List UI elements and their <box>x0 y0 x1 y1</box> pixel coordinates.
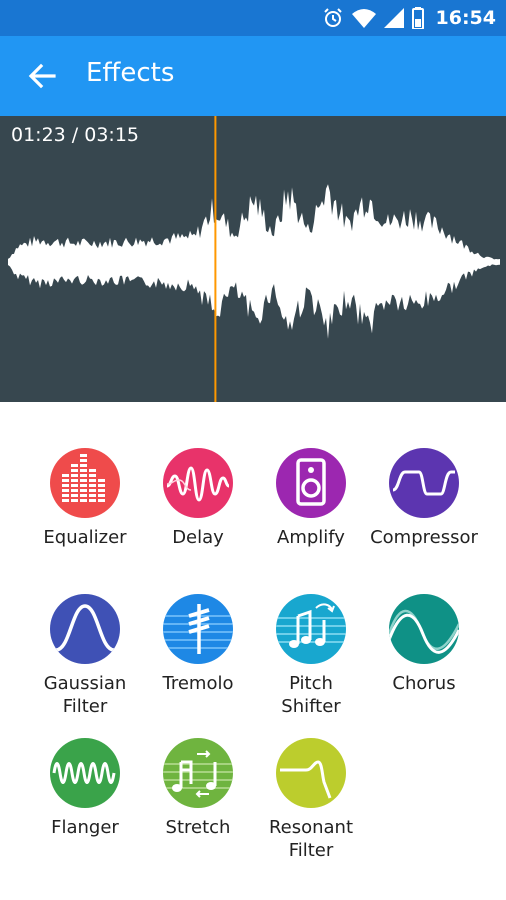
effect-pitch-shifter[interactable]: Pitch Shifter <box>253 594 369 718</box>
battery-icon <box>411 7 424 29</box>
effect-label: Resonant Filter <box>268 817 354 861</box>
waveform-panel[interactable]: 01:23 / 03:15 <box>0 116 506 402</box>
effects-grid: Equalizer Delay Amplify Compressor Gauss… <box>0 402 506 900</box>
back-button[interactable] <box>22 56 62 96</box>
effect-amplify[interactable]: Amplify <box>253 448 369 549</box>
effect-label: Flanger <box>51 817 119 838</box>
waveform[interactable] <box>0 116 506 402</box>
gaussian-curve-icon <box>50 594 120 664</box>
effect-chorus[interactable]: Chorus <box>366 594 482 695</box>
resonant-filter-icon <box>276 738 346 808</box>
effect-gaussian-filter[interactable]: Gaussian Filter <box>27 594 143 718</box>
flanger-wave-icon <box>50 738 120 808</box>
status-icons: 16:54 <box>322 0 496 36</box>
status-bar: 16:54 <box>0 0 506 36</box>
time-readout: 01:23 / 03:15 <box>11 124 139 146</box>
effect-label: Stretch <box>165 817 231 838</box>
signal-icon <box>383 8 404 28</box>
chorus-wave-icon <box>389 594 459 664</box>
effect-label: Amplify <box>277 527 345 548</box>
stretch-notes-icon <box>163 738 233 808</box>
effect-label: Compressor <box>370 527 478 548</box>
effect-delay[interactable]: Delay <box>140 448 256 549</box>
app-bar: Effects <box>0 36 506 116</box>
status-time: 16:54 <box>435 7 496 29</box>
page-title: Effects <box>86 58 175 88</box>
waveform-shape <box>8 184 500 339</box>
effect-label: Delay <box>172 527 224 548</box>
effect-flanger[interactable]: Flanger <box>27 738 143 839</box>
equalizer-icon <box>50 448 120 518</box>
music-notes-icon <box>276 594 346 664</box>
effect-stretch[interactable]: Stretch <box>140 738 256 839</box>
speaker-icon <box>276 448 346 518</box>
compressor-icon <box>389 448 459 518</box>
effect-label: Tremolo <box>162 673 234 694</box>
effect-tremolo[interactable]: Tremolo <box>140 594 256 695</box>
wifi-icon <box>351 9 376 28</box>
effect-label: Chorus <box>392 673 456 694</box>
effect-compressor[interactable]: Compressor <box>366 448 482 549</box>
delay-icon <box>163 448 233 518</box>
alarm-icon <box>323 8 342 27</box>
effect-resonant-filter[interactable]: Resonant Filter <box>253 738 369 862</box>
effect-label: Pitch Shifter <box>281 673 341 717</box>
effect-label: Gaussian Filter <box>43 673 127 717</box>
effect-equalizer[interactable]: Equalizer <box>27 448 143 549</box>
arrow-back-icon <box>28 63 56 89</box>
effect-label: Equalizer <box>43 527 127 548</box>
tremolo-icon <box>163 594 233 664</box>
